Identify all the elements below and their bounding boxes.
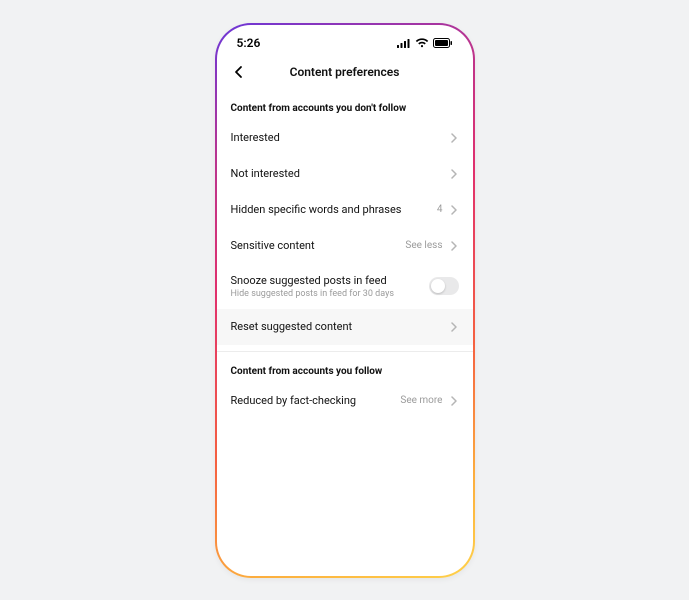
page-title: Content preferences [217, 65, 473, 79]
row-label: Reset suggested content [231, 320, 353, 333]
row-label: Sensitive content [231, 239, 315, 252]
row-label: Hidden specific words and phrases [231, 203, 402, 216]
row-fact-checking[interactable]: Reduced by fact-checking See more [217, 383, 473, 419]
chevron-right-icon [449, 205, 459, 215]
row-reset-suggested[interactable]: Reset suggested content [217, 309, 473, 345]
phone-frame: 5:26 Content preferences Content from ac… [215, 23, 475, 578]
row-label: Snooze suggested posts in feed [231, 274, 394, 287]
snooze-toggle[interactable] [429, 277, 459, 295]
screen: 5:26 Content preferences Content from ac… [217, 25, 473, 576]
chevron-right-icon [449, 322, 459, 332]
sensitive-value: See less [405, 240, 442, 251]
status-bar: 5:26 [217, 25, 473, 55]
chevron-right-icon [449, 241, 459, 251]
nav-bar: Content preferences [217, 55, 473, 89]
row-label: Reduced by fact-checking [231, 394, 357, 407]
chevron-left-icon [232, 65, 246, 79]
chevron-right-icon [449, 396, 459, 406]
row-sublabel: Hide suggested posts in feed for 30 days [231, 289, 394, 299]
status-icons [397, 38, 453, 48]
row-label: Interested [231, 131, 280, 144]
row-interested[interactable]: Interested [217, 120, 473, 156]
row-snooze-suggested: Snooze suggested posts in feed Hide sugg… [217, 264, 473, 309]
cell-signal-icon [397, 38, 411, 48]
wifi-icon [415, 38, 429, 48]
fact-check-value: See more [400, 395, 442, 406]
chevron-right-icon [449, 133, 459, 143]
row-sensitive-content[interactable]: Sensitive content See less [217, 228, 473, 264]
back-button[interactable] [227, 60, 251, 84]
hidden-words-count: 4 [437, 204, 443, 215]
status-time: 5:26 [237, 36, 261, 50]
row-label: Not interested [231, 167, 300, 180]
section-header-unfollowed: Content from accounts you don't follow [217, 89, 473, 120]
battery-icon [433, 38, 453, 48]
chevron-right-icon [449, 169, 459, 179]
row-hidden-words[interactable]: Hidden specific words and phrases 4 [217, 192, 473, 228]
section-header-followed: Content from accounts you follow [217, 352, 473, 383]
row-not-interested[interactable]: Not interested [217, 156, 473, 192]
